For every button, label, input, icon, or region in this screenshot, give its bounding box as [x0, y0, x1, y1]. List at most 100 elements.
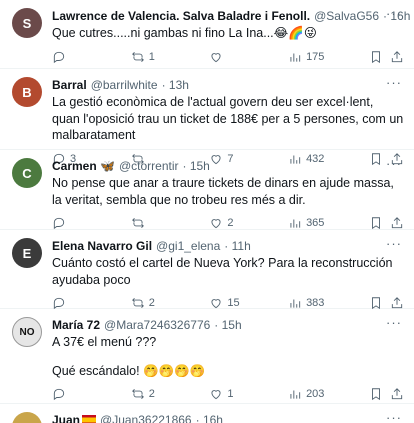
bookmark-button[interactable] — [369, 296, 390, 310]
views-count: 383 — [306, 297, 325, 309]
author-name[interactable]: Elena Navarro Gil — [52, 239, 152, 253]
tweet-text-line: Qué escándalo! 🤭🤭🤭🤭 — [52, 363, 206, 378]
tweet-header: Lawrence de Valencia. Salva Baladre i Fe… — [52, 8, 410, 24]
reply-icon — [53, 217, 65, 230]
more-icon[interactable]: ··· — [386, 315, 402, 330]
tweet-text: A 37€ el menú ??? Qué escándalo! 🤭🤭🤭🤭 — [52, 334, 404, 379]
retweet-button[interactable]: 2 — [131, 296, 210, 310]
tweet-text: Cuánto costó el cartel de Nueva York? Pa… — [52, 256, 393, 287]
reply-icon — [53, 388, 65, 401]
share-button[interactable] — [390, 296, 404, 310]
more-icon[interactable]: ··· — [386, 236, 402, 251]
tweet[interactable]: J ··· Juan @Juan36221866 · 16h — [0, 404, 414, 423]
tweet-text: Que cutres.....ni gambas ni fino La Ina.… — [52, 26, 317, 40]
retweet-button[interactable] — [131, 216, 210, 230]
tweet-header: María 72 @Mara7246326776 · 15h — [52, 317, 404, 333]
like-icon — [211, 219, 221, 229]
author-name[interactable]: Juan — [52, 413, 80, 423]
author-name[interactable]: Barral — [52, 78, 87, 92]
views-icon — [290, 219, 301, 228]
avatar[interactable]: E — [12, 238, 42, 268]
bookmark-button[interactable] — [369, 216, 390, 230]
views-icon — [290, 299, 301, 308]
reply-button[interactable] — [52, 296, 131, 310]
tweet-text: No pense que anar a traure tickets de di… — [52, 176, 394, 207]
bookmark-button[interactable] — [369, 50, 390, 64]
avatar[interactable]: J — [12, 412, 42, 423]
like-button[interactable] — [209, 50, 288, 64]
share-icon — [391, 297, 403, 309]
avatar[interactable]: NO — [12, 317, 42, 347]
views-icon — [290, 390, 301, 399]
author-handle[interactable]: @gi1_elena — [156, 239, 220, 253]
tweet-text-line: A 37€ el menú ??? — [52, 335, 157, 349]
like-icon — [211, 299, 221, 309]
bookmark-icon — [371, 50, 380, 63]
author-handle[interactable]: @barrilwhite — [91, 78, 158, 92]
views-count: 365 — [306, 217, 325, 229]
retweet-icon — [131, 218, 144, 228]
author-handle[interactable]: @SalvaG56 — [314, 9, 379, 23]
author-handle[interactable]: @Mara7246326776 — [104, 318, 210, 332]
like-button[interactable]: 2 — [209, 216, 288, 230]
reply-icon — [53, 297, 65, 310]
retweet-count: 2 — [148, 388, 155, 400]
like-icon — [211, 52, 221, 62]
bookmark-button[interactable] — [369, 387, 390, 401]
retweet-button[interactable]: 1 — [131, 50, 210, 64]
share-button[interactable] — [390, 50, 404, 64]
views-count: 175 — [306, 50, 325, 63]
retweet-icon — [131, 51, 144, 62]
reply-button[interactable] — [52, 387, 131, 401]
timestamp[interactable]: · 15h — [214, 318, 241, 332]
timestamp[interactable]: · 16h — [196, 413, 223, 423]
tweet-header: Elena Navarro Gil @gi1_elena · 11h — [52, 238, 404, 254]
retweet-icon — [131, 389, 144, 399]
views-button[interactable]: 365 — [288, 216, 368, 230]
retweet-button[interactable]: 2 — [131, 387, 210, 401]
avatar[interactable]: C — [12, 158, 42, 188]
like-button[interactable]: 15 — [209, 296, 288, 310]
more-icon[interactable]: ··· — [386, 6, 402, 21]
timestamp[interactable]: · 15h — [183, 159, 210, 173]
avatar[interactable]: S — [12, 8, 42, 38]
more-icon[interactable]: ··· — [386, 75, 402, 90]
reply-button[interactable] — [52, 216, 131, 230]
reply-icon — [53, 51, 65, 63]
retweet-count: 1 — [148, 50, 155, 63]
views-button[interactable]: 383 — [288, 296, 368, 310]
tweet[interactable]: NO ··· María 72 @Mara7246326776 · 15h A … — [0, 309, 414, 404]
author-handle[interactable]: @ctorrentir — [119, 159, 179, 173]
bookmark-icon — [371, 388, 380, 401]
avatar[interactable]: B — [12, 77, 42, 107]
author-handle[interactable]: @Juan36221866 — [100, 413, 192, 423]
tweet-text-line — [52, 351, 404, 363]
share-icon — [391, 50, 403, 62]
like-icon — [211, 390, 221, 400]
tweet-header: Juan @Juan36221866 · 16h — [52, 412, 404, 423]
bookmark-icon — [371, 217, 380, 230]
timestamp[interactable]: · 13h — [162, 78, 189, 92]
timestamp[interactable]: · 11h — [224, 239, 250, 253]
bookmark-icon — [371, 297, 380, 310]
author-name[interactable]: Lawrence de Valencia. Salva Baladre i Fe… — [52, 9, 310, 23]
like-count: 15 — [227, 297, 240, 309]
views-button[interactable]: 203 — [288, 387, 368, 401]
like-count: 2 — [227, 217, 234, 229]
author-name[interactable]: Carmen 🦋 — [52, 159, 115, 173]
tweet-actions: 1 175 — [52, 42, 404, 72]
tweet[interactable]: E ··· Elena Navarro Gil @gi1_elena · 11h… — [0, 230, 414, 310]
share-icon — [391, 388, 403, 400]
author-name[interactable]: María 72 — [52, 318, 100, 332]
tweet-header: Carmen 🦋 @ctorrentir · 15h — [52, 158, 404, 174]
like-button[interactable]: 1 — [209, 387, 288, 401]
reply-button[interactable] — [52, 50, 131, 64]
tweet[interactable]: C ··· Carmen 🦋 @ctorrentir · 15h No pens… — [0, 150, 414, 230]
tweet[interactable]: S ··· Lawrence de Valencia. Salva Baladr… — [0, 0, 414, 69]
more-icon[interactable]: ··· — [386, 156, 402, 171]
more-icon[interactable]: ··· — [386, 410, 402, 423]
share-button[interactable] — [390, 216, 404, 230]
tweet[interactable]: B ··· Barral @barrilwhite · 13h La gesti… — [0, 69, 414, 165]
views-button[interactable]: 175 — [288, 50, 368, 64]
share-button[interactable] — [390, 387, 404, 401]
